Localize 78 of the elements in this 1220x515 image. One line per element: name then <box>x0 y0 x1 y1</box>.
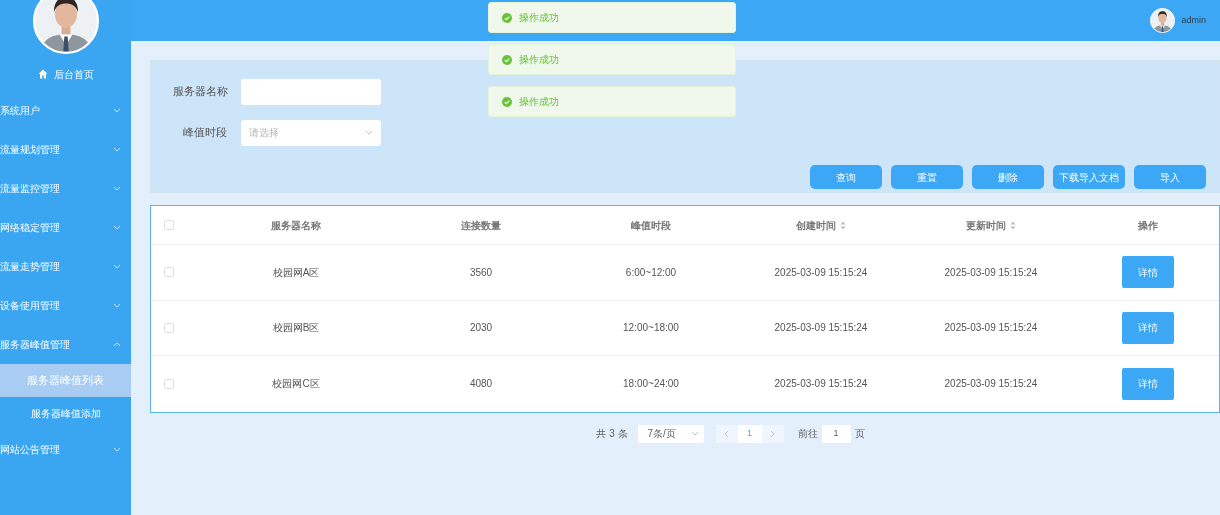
page-suffix: 页 <box>854 427 865 441</box>
field-label: 服务器名称 <box>173 84 227 100</box>
chevron-down-icon <box>113 108 121 113</box>
checkbox[interactable] <box>164 220 174 230</box>
chevron-right-icon <box>770 429 776 438</box>
action-button[interactable]: 查询 <box>810 165 882 189</box>
table-cell-text: 3560 <box>469 265 493 280</box>
chevron-down-icon <box>113 303 121 308</box>
toast-message: 操作成功 <box>519 53 559 67</box>
home-link[interactable]: 后台首页 <box>53 66 94 82</box>
details-button[interactable]: 详情 <box>1121 367 1174 400</box>
table-cell-text: 18:00~24:00 <box>623 377 679 392</box>
menu-item[interactable]: 服务器峰值管理 <box>0 325 131 364</box>
column-header: 操作 <box>1137 218 1158 233</box>
next-page-button[interactable] <box>761 424 784 443</box>
page-button[interactable]: 1 <box>737 424 762 443</box>
table-cell-text: 2025-03-09 15:15:24 <box>774 321 868 336</box>
action-button[interactable]: 导入 <box>1134 165 1206 189</box>
input-field[interactable] <box>241 78 381 105</box>
menu-item[interactable]: 网络稳定管理 <box>0 208 131 247</box>
table-cell-text: 校园网B区 <box>272 321 320 336</box>
success-icon <box>502 96 512 107</box>
sort-icon[interactable] <box>1010 220 1016 230</box>
chevron-down-icon <box>113 225 121 230</box>
total-count: 共 3 条 <box>596 427 628 441</box>
toast-message: 操作成功 <box>519 11 559 25</box>
toast-message: 操作成功 <box>519 95 559 109</box>
column-header[interactable]: 更新时间 <box>966 217 1016 233</box>
chevron-down-icon <box>690 431 699 436</box>
checkbox[interactable] <box>164 267 174 278</box>
table-cell-text: 2025-03-09 15:15:24 <box>774 265 868 280</box>
page-size-select[interactable]: 7条/页 <box>637 424 704 443</box>
success-icon <box>502 12 512 23</box>
action-button[interactable]: 删除 <box>972 165 1044 189</box>
chevron-up-icon <box>113 342 121 347</box>
details-button[interactable]: 详情 <box>1121 256 1174 289</box>
submenu-item[interactable]: 服务器峰值添加 <box>0 397 131 430</box>
action-button[interactable]: 重置 <box>891 165 963 189</box>
chevron-down-icon <box>365 130 373 135</box>
user-name[interactable]: admin <box>1181 13 1206 28</box>
previous-page-button[interactable] <box>715 424 738 443</box>
column-header: 峰值时段 <box>631 218 671 233</box>
table-cell-text: 2025-03-09 15:15:24 <box>944 265 1038 280</box>
chevron-down-icon <box>113 264 121 269</box>
table-cell-text: 6:00~12:00 <box>625 265 677 280</box>
page-input[interactable]: 1 <box>821 424 851 443</box>
table-cell-text: 2030 <box>469 321 493 336</box>
chevron-down-icon <box>113 186 121 191</box>
table-cell-text: 校园网C区 <box>272 377 320 392</box>
table-cell-text: 校园网A区 <box>272 265 320 280</box>
menu-item[interactable]: 流量走势管理 <box>0 247 131 286</box>
goto-label: 前往 <box>797 427 818 441</box>
home-icon <box>37 69 48 79</box>
menu-item[interactable]: 流量规划管理 <box>0 130 131 169</box>
table-cell-text: 12:00~18:00 <box>623 321 679 336</box>
menu-item[interactable]: 设备使用管理 <box>0 286 131 325</box>
success-icon <box>502 54 512 65</box>
chevron-down-icon <box>113 447 121 452</box>
menu-item[interactable]: 系统用户 <box>0 91 131 130</box>
column-header: 连接数量 <box>461 218 501 233</box>
menu-item[interactable]: 流量监控管理 <box>0 169 131 208</box>
select-field[interactable]: 请选择 <box>241 119 381 146</box>
table-cell-text: 2025-03-09 15:15:24 <box>944 377 1038 392</box>
table-cell-text: 4080 <box>469 377 493 392</box>
checkbox[interactable] <box>164 322 174 333</box>
menu-item[interactable]: 网站公告管理 <box>0 430 131 469</box>
details-button[interactable]: 详情 <box>1121 311 1174 344</box>
table-cell-text: 2025-03-09 15:15:24 <box>944 321 1038 336</box>
column-header: 服务器名称 <box>271 218 321 233</box>
chevron-left-icon <box>724 429 730 438</box>
field-label: 峰值时段 <box>182 125 227 141</box>
chevron-down-icon <box>113 147 121 152</box>
column-header[interactable]: 创建时间 <box>796 217 846 233</box>
action-button[interactable]: 下载导入文档 <box>1053 165 1125 189</box>
table-cell-text: 2025-03-09 15:15:24 <box>774 377 868 392</box>
checkbox[interactable] <box>164 378 174 389</box>
sort-icon[interactable] <box>840 220 846 230</box>
submenu-item[interactable]: 服务器峰值列表 <box>0 364 131 397</box>
